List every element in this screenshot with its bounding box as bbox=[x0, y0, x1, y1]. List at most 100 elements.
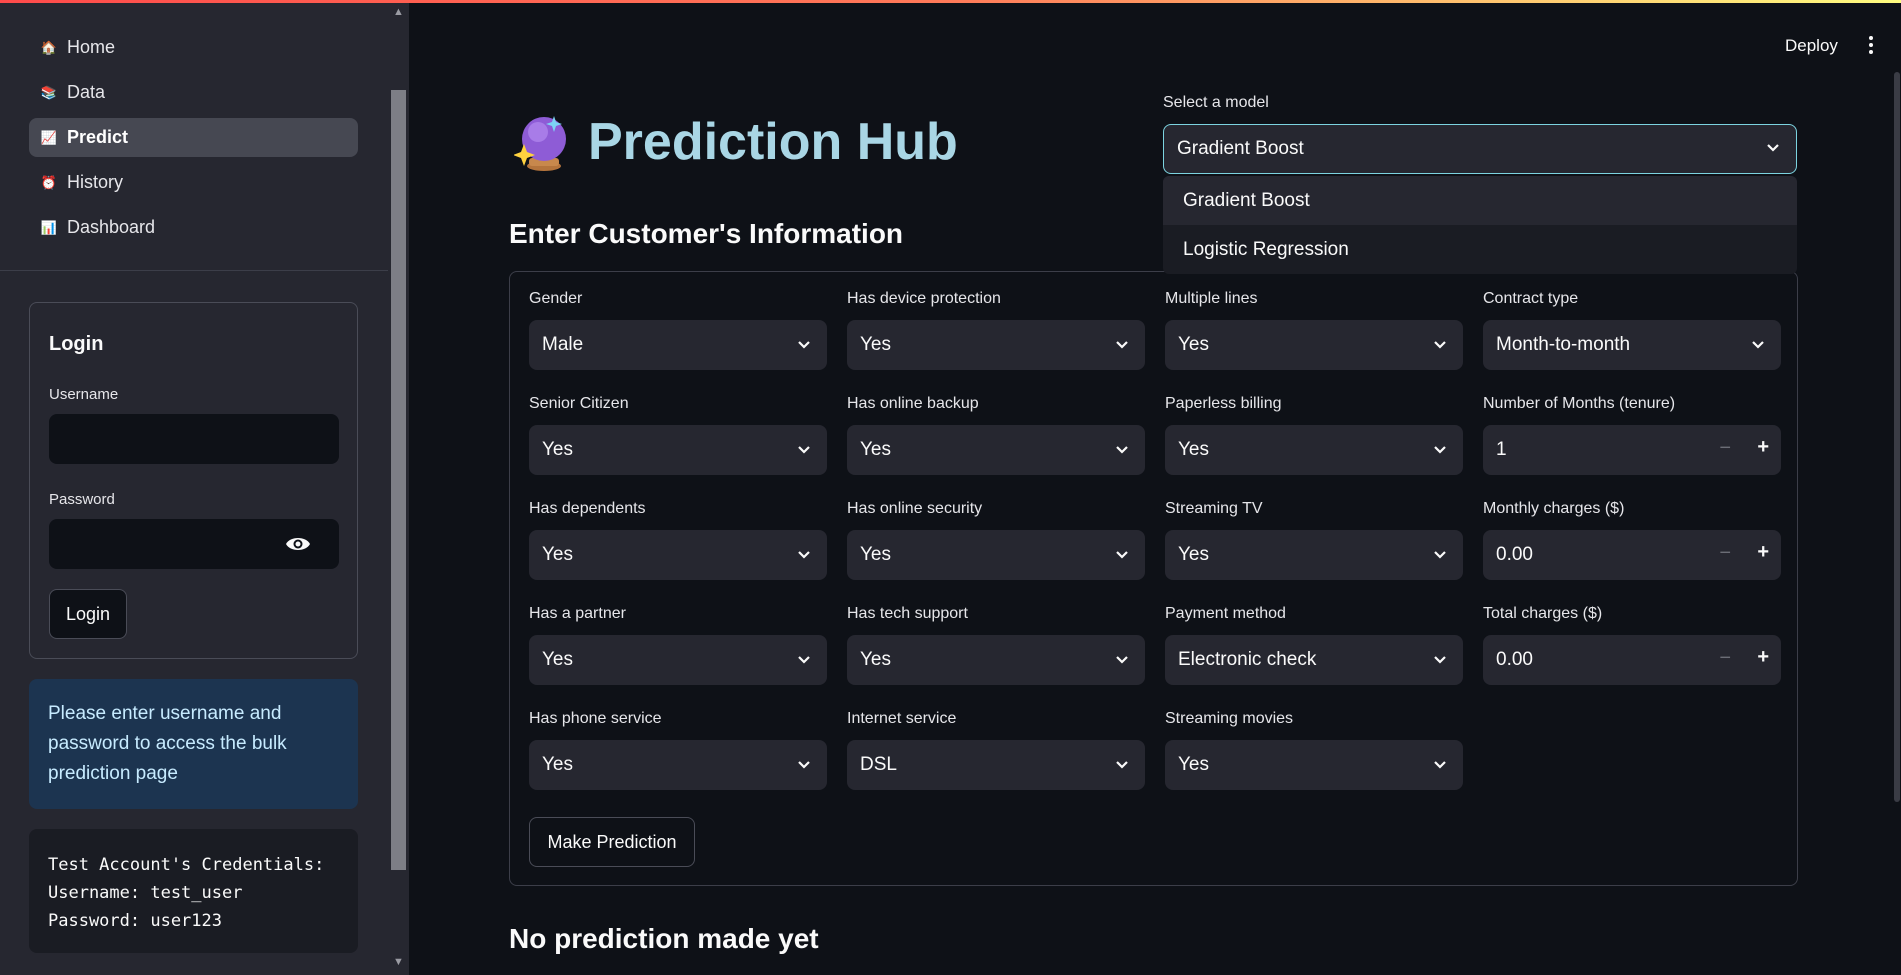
has-online-backup-select[interactable]: Yes bbox=[847, 425, 1145, 475]
sidebar-scrollbar[interactable]: ▲ ▼ bbox=[388, 0, 409, 975]
password-input[interactable] bbox=[49, 519, 339, 569]
field-value: Month-to-month bbox=[1496, 334, 1631, 355]
field-has-dependents: Has dependents Yes bbox=[529, 497, 827, 580]
has-phone-service-select[interactable]: Yes bbox=[529, 740, 827, 790]
has-dependents-select[interactable]: Yes bbox=[529, 530, 827, 580]
paperless-billing-select[interactable]: Yes bbox=[1165, 425, 1463, 475]
sidebar-scrollbar-thumb[interactable] bbox=[391, 90, 406, 870]
field-has-online-security: Has online security Yes bbox=[847, 497, 1145, 580]
decrement-icon[interactable]: − bbox=[1719, 437, 1731, 460]
sidebar: 🏠 Home 📚 Data 📈 Predict ⏰ History 📊 Dashboard Log… bbox=[0, 0, 388, 975]
chevron-down-icon bbox=[1116, 761, 1128, 769]
deploy-button[interactable]: Deploy bbox=[1785, 36, 1838, 56]
has-device-protection-select[interactable]: Yes bbox=[847, 320, 1145, 370]
field-label: Internet service bbox=[847, 710, 957, 727]
section-title: Enter Customer's Information bbox=[509, 218, 904, 249]
chevron-down-icon bbox=[1116, 551, 1128, 559]
has-tech-support-select[interactable]: Yes bbox=[847, 635, 1145, 685]
field-value: Yes bbox=[860, 544, 891, 565]
field-label: Payment method bbox=[1165, 605, 1286, 622]
model-select-value: Gradient Boost bbox=[1177, 138, 1304, 159]
chevron-down-icon bbox=[1434, 446, 1446, 454]
field-value: Yes bbox=[542, 544, 573, 565]
sidebar-divider bbox=[0, 270, 388, 271]
field-value: Yes bbox=[860, 334, 891, 355]
field-gender: Gender Male bbox=[529, 287, 827, 370]
field-label: Has a partner bbox=[529, 605, 626, 622]
page-title: Prediction Hub bbox=[588, 113, 958, 171]
payment-method-select[interactable]: Electronic check bbox=[1165, 635, 1463, 685]
sidebar-item-label: Predict bbox=[67, 127, 129, 147]
chevron-down-icon bbox=[1767, 144, 1779, 152]
scroll-up-icon[interactable]: ▲ bbox=[392, 6, 405, 19]
dropdown-option-logistic-regression[interactable]: Logistic Regression bbox=[1163, 225, 1797, 274]
streaming-tv-select[interactable]: Yes bbox=[1165, 530, 1463, 580]
contract-type-select[interactable]: Month-to-month bbox=[1483, 320, 1781, 370]
username-input[interactable] bbox=[49, 414, 339, 464]
field-label: Number of Months (tenure) bbox=[1483, 395, 1676, 412]
login-form: Login Username Password Login bbox=[29, 302, 358, 659]
field-has-tech-support: Has tech support Yes bbox=[847, 602, 1145, 685]
bar-chart-icon: 📊 bbox=[40, 219, 58, 235]
page-header: Prediction Hub bbox=[514, 112, 958, 172]
sidebar-item-dashboard[interactable]: 📊 Dashboard bbox=[29, 208, 358, 247]
chevron-down-icon bbox=[1434, 656, 1446, 664]
senior-citizen-select[interactable]: Yes bbox=[529, 425, 827, 475]
multiple-lines-select[interactable]: Yes bbox=[1165, 320, 1463, 370]
sidebar-item-data[interactable]: 📚 Data bbox=[29, 73, 358, 112]
chevron-down-icon bbox=[1116, 446, 1128, 454]
field-label: Streaming movies bbox=[1165, 710, 1294, 727]
chevron-down-icon bbox=[1434, 761, 1446, 769]
chevron-down-icon bbox=[798, 656, 810, 664]
internet-service-select[interactable]: DSL bbox=[847, 740, 1145, 790]
chevron-down-icon bbox=[798, 551, 810, 559]
sidebar-nav: 🏠 Home 📚 Data 📈 Predict ⏰ History 📊 Dashboard bbox=[29, 28, 358, 253]
chevron-down-icon bbox=[798, 446, 810, 454]
field-value: Yes bbox=[542, 439, 573, 460]
field-contract-type: Contract type Month-to-month bbox=[1483, 287, 1781, 370]
sidebar-item-label: Data bbox=[67, 82, 106, 102]
field-label: Has online backup bbox=[847, 395, 979, 412]
prediction-status: No prediction made yet bbox=[509, 923, 819, 954]
field-paperless-billing: Paperless billing Yes bbox=[1165, 392, 1463, 475]
decrement-icon[interactable]: − bbox=[1719, 647, 1731, 670]
field-label: Has device protection bbox=[847, 290, 1001, 307]
chevron-down-icon bbox=[1116, 341, 1128, 349]
gender-select[interactable]: Male bbox=[529, 320, 827, 370]
total-charges-number-input[interactable]: 0.00 − + bbox=[1483, 635, 1781, 685]
chart-increasing-icon: 📈 bbox=[40, 129, 58, 145]
dropdown-option-gradient-boost[interactable]: Gradient Boost bbox=[1163, 176, 1797, 225]
field-value: 1 bbox=[1496, 439, 1507, 460]
field-streaming-tv: Streaming TV Yes bbox=[1165, 497, 1463, 580]
has-a-partner-select[interactable]: Yes bbox=[529, 635, 827, 685]
scroll-down-icon[interactable]: ▼ bbox=[392, 956, 405, 969]
alarm-clock-icon: ⏰ bbox=[40, 174, 58, 190]
field-senior-citizen: Senior Citizen Yes bbox=[529, 392, 827, 475]
model-dropdown-menu: Gradient Boost Logistic Regression bbox=[1163, 176, 1797, 274]
field-internet-service: Internet service DSL bbox=[847, 707, 1145, 790]
sidebar-item-history[interactable]: ⏰ History bbox=[29, 163, 358, 202]
sidebar-item-home[interactable]: 🏠 Home bbox=[29, 28, 358, 67]
increment-icon[interactable]: + bbox=[1757, 436, 1769, 459]
login-title: Login bbox=[49, 333, 104, 355]
monthly-charges-number-input[interactable]: 0.00 − + bbox=[1483, 530, 1781, 580]
login-button[interactable]: Login bbox=[49, 589, 127, 639]
sidebar-item-predict[interactable]: 📈 Predict bbox=[29, 118, 358, 157]
streaming-movies-select[interactable]: Yes bbox=[1165, 740, 1463, 790]
field-multiple-lines: Multiple lines Yes bbox=[1165, 287, 1463, 370]
field-value: Yes bbox=[542, 754, 573, 775]
main-menu-icon[interactable] bbox=[1868, 36, 1874, 56]
model-select[interactable]: Gradient Boost bbox=[1163, 124, 1797, 174]
increment-icon[interactable]: + bbox=[1757, 541, 1769, 564]
field-has-device-protection: Has device protection Yes bbox=[847, 287, 1145, 370]
books-icon: 📚 bbox=[40, 84, 58, 100]
eye-icon[interactable] bbox=[285, 533, 311, 555]
increment-icon[interactable]: + bbox=[1757, 646, 1769, 669]
field-label: Monthly charges ($) bbox=[1483, 500, 1625, 517]
make-prediction-button[interactable]: Make Prediction bbox=[529, 817, 695, 867]
main-scrollbar[interactable] bbox=[1894, 72, 1900, 802]
number-of-months-tenure-number-input[interactable]: 1 − + bbox=[1483, 425, 1781, 475]
field-label: Gender bbox=[529, 290, 583, 307]
decrement-icon[interactable]: − bbox=[1719, 542, 1731, 565]
has-online-security-select[interactable]: Yes bbox=[847, 530, 1145, 580]
